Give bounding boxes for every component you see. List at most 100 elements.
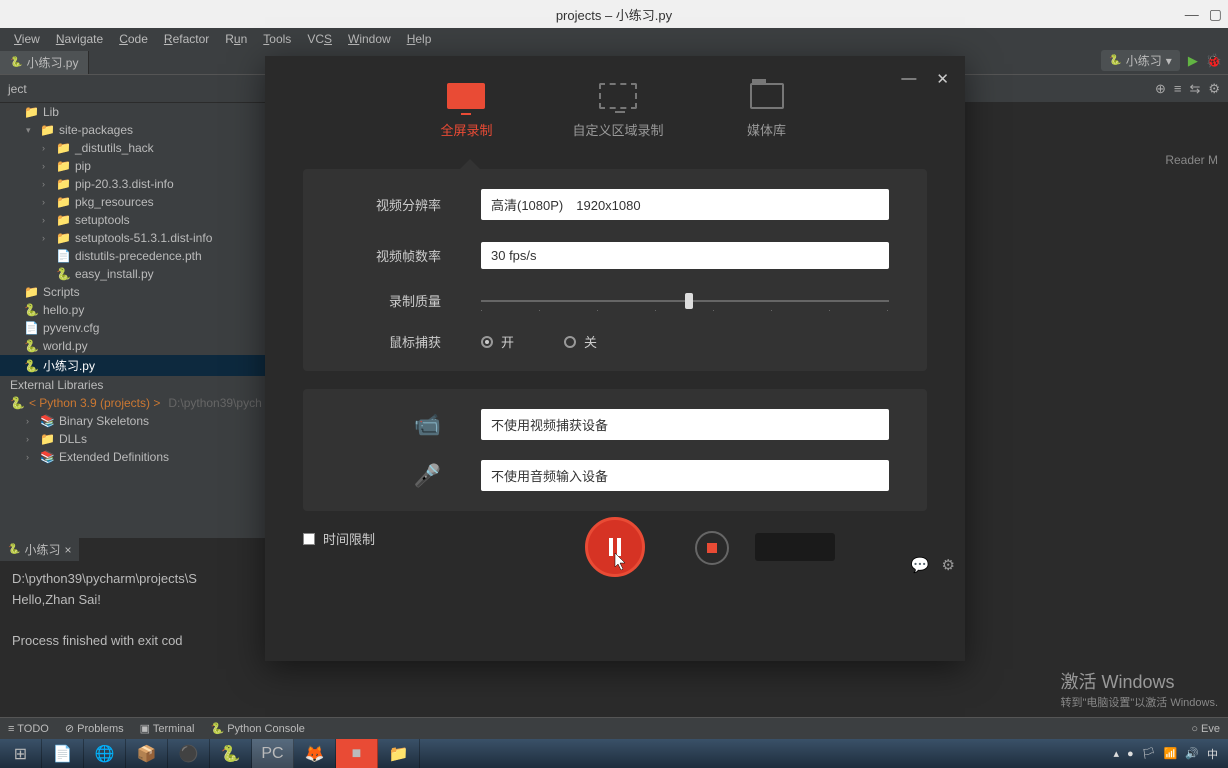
menu-refactor[interactable]: Refactor [158, 30, 215, 48]
record-pause-button[interactable] [585, 517, 645, 577]
tree-item[interactable]: 🐍 world.py [0, 337, 265, 355]
tree-item[interactable]: ›📁 setuptools [0, 211, 265, 229]
menu-navigate[interactable]: Navigate [50, 30, 109, 48]
framerate-label: 视频帧数率 [341, 246, 481, 265]
mouse-capture-label: 鼠标捕获 [341, 332, 481, 351]
dropdown-icon: ▾ [1166, 54, 1172, 68]
console-tab[interactable]: 🐍 小练习 × [0, 538, 79, 561]
debug-button-icon[interactable]: 🐞 [1206, 53, 1222, 69]
resolution-select[interactable]: 高清(1080P) 1920x1080 [481, 189, 889, 220]
select-opened-icon[interactable]: ⊕ [1155, 81, 1166, 97]
close-icon[interactable]: ✕ [936, 70, 949, 88]
stop-icon [707, 543, 717, 553]
tray-flag-icon[interactable]: 🏳 [1142, 747, 1156, 760]
window-title: projects – 小练习.py [556, 5, 672, 24]
slider-thumb[interactable] [685, 293, 693, 309]
tool-events[interactable]: ○ Eve [1191, 723, 1220, 735]
taskbar-app-firefox[interactable]: 🦊 [294, 739, 336, 768]
taskbar-app-explorer[interactable]: 📁 [378, 739, 420, 768]
tree-item[interactable]: ▾📁 site-packages [0, 121, 265, 139]
tree-item[interactable]: ›📁 pkg_resources [0, 193, 265, 211]
time-limit-checkbox[interactable]: 时间限制 [303, 529, 375, 548]
video-device-select[interactable]: 不使用视频捕获设备 [481, 409, 889, 440]
menu-bar: View Navigate Code Refactor Run Tools VC… [0, 28, 1228, 50]
start-button[interactable]: ⊞ [0, 739, 42, 768]
tree-item[interactable]: 📁 Lib [0, 103, 265, 121]
tool-problems[interactable]: ⊘ Problems [65, 722, 124, 735]
python-env-node[interactable]: 🐍 < Python 3.9 (projects) > D:\python39\… [0, 394, 265, 412]
expand-all-icon[interactable]: ≡ [1174, 81, 1182, 97]
tray-ime-icon[interactable]: 中 [1207, 746, 1218, 762]
minimize-icon[interactable]: — [901, 70, 916, 88]
stop-button[interactable] [695, 531, 729, 565]
windows-activation-watermark: 激活 Windows 转到"电脑设置"以激活 Windows. [1060, 668, 1218, 710]
tree-item[interactable]: ›📚 Extended Definitions [0, 448, 265, 466]
cursor-icon [614, 552, 628, 572]
mouse-capture-on-radio[interactable]: 开 [481, 332, 514, 351]
minimize-icon[interactable]: — [1185, 6, 1199, 22]
menu-window[interactable]: Window [342, 30, 397, 48]
system-tray[interactable]: ▴ ● 🏳 📶 🔊 中 [1103, 746, 1228, 762]
tree-item[interactable]: 🐍 hello.py [0, 301, 265, 319]
tree-item[interactable]: 📄 distutils-precedence.pth [0, 247, 265, 265]
run-button-icon[interactable]: ▶ [1188, 53, 1198, 69]
taskbar-app-python[interactable]: 🐍 [210, 739, 252, 768]
taskbar-app-pycharm[interactable]: PC [252, 739, 294, 768]
reader-mode-label[interactable]: Reader M [1165, 153, 1218, 167]
framerate-select[interactable]: 30 fps/s [481, 242, 889, 269]
tree-item[interactable]: ›📁 DLLs [0, 430, 265, 448]
tree-item[interactable]: ›📚 Binary Skeletons [0, 412, 265, 430]
tree-item[interactable]: 🐍 小练习.py [0, 355, 265, 376]
tree-item[interactable]: 🐍 easy_install.py [0, 265, 265, 283]
mouse-capture-off-radio[interactable]: 关 [564, 332, 597, 351]
taskbar-app-winrar[interactable]: 📦 [126, 739, 168, 768]
tool-python-console[interactable]: 🐍 Python Console [210, 722, 304, 735]
window-controls: — ▢ [1185, 6, 1222, 23]
menu-help[interactable]: Help [401, 30, 438, 48]
collapse-all-icon[interactable]: ⇆ [1189, 81, 1200, 97]
resolution-label: 视频分辨率 [341, 195, 481, 214]
bottom-tool-windows: ≡ TODO ⊘ Problems ▣ Terminal 🐍 Python Co… [0, 717, 1228, 739]
menu-vcs[interactable]: VCS [301, 30, 338, 48]
tree-item[interactable]: ›📁 _distutils_hack [0, 139, 265, 157]
tree-item[interactable]: ›📁 setuptools-51.3.1.dist-info [0, 229, 265, 247]
tray-volume-icon[interactable]: 🔊 [1185, 747, 1199, 760]
tree-item[interactable]: ›📁 pip [0, 157, 265, 175]
external-libraries[interactable]: External Libraries [0, 376, 265, 394]
editor-tab[interactable]: 🐍 小练习.py [0, 51, 89, 74]
tree-item[interactable]: 📁 Scripts [0, 283, 265, 301]
tool-todo[interactable]: ≡ TODO [8, 723, 49, 735]
quality-slider[interactable] [481, 300, 889, 302]
menu-run[interactable]: Run [219, 30, 253, 48]
tab-fullscreen-record[interactable]: 全屏录制 [440, 80, 492, 139]
menu-code[interactable]: Code [113, 30, 154, 48]
tab-custom-area-record[interactable]: 自定义区域录制 [573, 80, 664, 139]
windows-taskbar[interactable]: ⊞ 📄 🌐 📦 ⚫ 🐍 PC 🦊 ■ 📁 ▴ ● 🏳 📶 🔊 中 [0, 739, 1228, 768]
tree-item[interactable]: 📄 pyvenv.cfg [0, 319, 265, 337]
taskbar-app-notepad[interactable]: 📄 [42, 739, 84, 768]
tray-chevron-icon[interactable]: ▴ [1113, 747, 1119, 760]
checkbox-icon [303, 533, 315, 545]
monitor-icon [447, 83, 485, 109]
screen-recorder-dialog: — ✕ 全屏录制 自定义区域录制 媒体库 视频分辨率 高清(1080P) 192… [265, 56, 965, 661]
tray-network-icon[interactable]: 📶 [1164, 747, 1178, 760]
run-config-selector[interactable]: 🐍 小练习 ▾ [1101, 50, 1180, 71]
taskbar-app-recorder[interactable]: ■ [336, 739, 378, 768]
microphone-icon: 🎤 [341, 463, 441, 489]
python-icon: 🐍 [1109, 55, 1121, 66]
settings-gear-icon[interactable]: ⚙ [1208, 81, 1220, 97]
settings-gear-icon[interactable]: ⚙ [942, 556, 955, 574]
taskbar-app-c4d[interactable]: ⚫ [168, 739, 210, 768]
tool-terminal[interactable]: ▣ Terminal [140, 722, 195, 735]
tree-item[interactable]: ›📁 pip-20.3.3.dist-info [0, 175, 265, 193]
taskbar-app-chrome[interactable]: 🌐 [84, 739, 126, 768]
tab-media-library[interactable]: 媒体库 [744, 80, 790, 139]
audio-device-select[interactable]: 不使用音频输入设备 [481, 460, 889, 491]
timer-display [755, 533, 835, 561]
tab-filename: 小练习.py [26, 54, 78, 71]
maximize-icon[interactable]: ▢ [1209, 6, 1222, 23]
feedback-icon[interactable]: 💬 [911, 556, 930, 574]
tray-icon[interactable]: ● [1127, 748, 1134, 760]
menu-view[interactable]: View [8, 30, 46, 48]
menu-tools[interactable]: Tools [257, 30, 297, 48]
